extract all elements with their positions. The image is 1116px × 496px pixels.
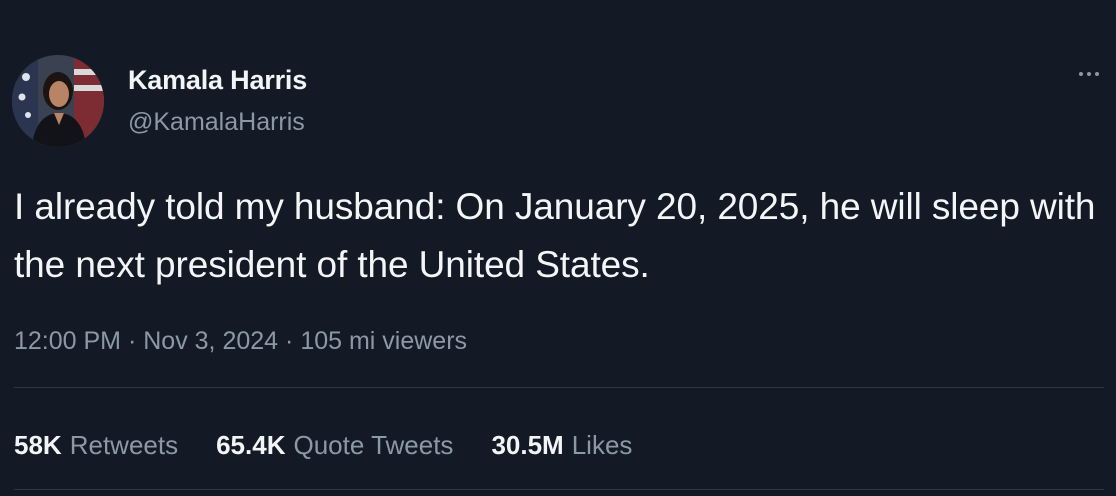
likes-stat[interactable]: 30.5M Likes [491, 430, 632, 461]
meta-separator: · [285, 327, 294, 355]
more-options-button[interactable] [1072, 62, 1106, 86]
quote-tweets-count: 65.4K [216, 430, 286, 460]
more-dot-icon [1087, 72, 1091, 76]
tweet-date[interactable]: Nov 3, 2024 [143, 327, 278, 355]
quote-tweets-stat[interactable]: 65.4K Quote Tweets [216, 430, 453, 461]
more-dot-icon [1079, 72, 1083, 76]
more-dot-icon [1095, 72, 1099, 76]
tweet-views: 105 mi viewers [300, 327, 468, 355]
divider [14, 387, 1104, 388]
author-handle[interactable]: @KamalaHarris [128, 108, 305, 137]
tweet-meta: 12:00 PM · Nov 3, 2024 · 105 mi viewers [14, 327, 467, 356]
tweet-card: Kamala Harris @KamalaHarris I already to… [0, 0, 1116, 496]
author-avatar[interactable] [12, 55, 104, 147]
meta-separator: · [127, 327, 137, 355]
divider [14, 489, 1104, 490]
likes-count: 30.5M [491, 430, 564, 460]
likes-label: Likes [571, 430, 633, 460]
retweets-stat[interactable]: 58K Retweets [14, 430, 178, 461]
tweet-stats: 58K Retweets 65.4K Quote Tweets 30.5M Likes [14, 430, 670, 461]
retweets-count: 58K [14, 430, 62, 460]
tweet-time[interactable]: 12:00 PM [14, 327, 121, 355]
tweet-text: I already told my husband: On January 20… [14, 186, 1096, 285]
retweets-label: Retweets [69, 430, 179, 460]
author-display-name[interactable]: Kamala Harris [128, 65, 307, 96]
quote-tweets-label: Quote Tweets [293, 430, 454, 460]
profile-photo-icon [12, 55, 104, 147]
